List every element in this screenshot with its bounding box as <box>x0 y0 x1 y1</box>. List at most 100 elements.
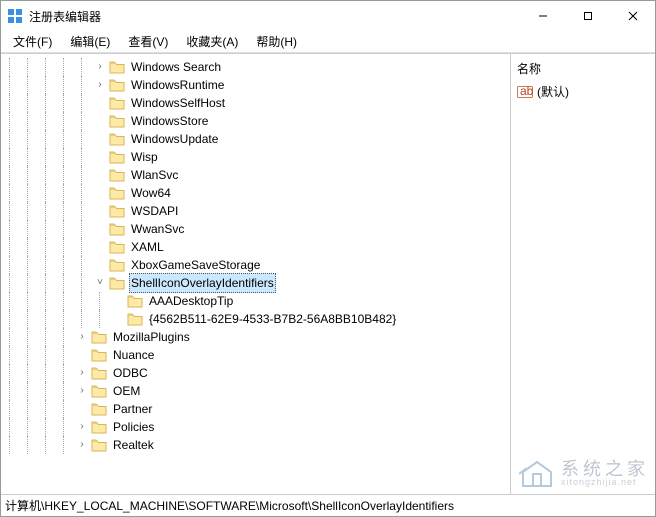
regedit-icon <box>7 8 23 24</box>
menu-bar: 文件(F) 编辑(E) 查看(V) 收藏夹(A) 帮助(H) <box>1 31 655 53</box>
window-controls <box>520 1 655 31</box>
close-button[interactable] <box>610 1 655 31</box>
string-value-icon: ab <box>517 84 533 100</box>
folder-icon <box>109 150 125 164</box>
chevron-right-icon[interactable]: › <box>93 58 107 76</box>
status-bar: 计算机\HKEY_LOCAL_MACHINE\SOFTWARE\Microsof… <box>1 494 655 516</box>
folder-icon <box>91 402 107 416</box>
tree-row[interactable]: ›WlanSvc <box>3 166 510 184</box>
folder-icon <box>109 114 125 128</box>
tree-item-label[interactable]: {4562B511-62E9-4533-B7B2-56A8BB10B482} <box>147 310 398 328</box>
folder-icon <box>109 258 125 272</box>
tree-item-label[interactable]: WindowsRuntime <box>129 76 226 94</box>
folder-icon <box>109 276 125 290</box>
tree-item-label[interactable]: XAML <box>129 238 166 256</box>
tree-row[interactable]: ›XAML <box>3 238 510 256</box>
chevron-right-icon[interactable]: › <box>75 418 89 436</box>
tree-item-label[interactable]: XboxGameSaveStorage <box>129 256 262 274</box>
tree-row[interactable]: ›{4562B511-62E9-4533-B7B2-56A8BB10B482} <box>3 310 510 328</box>
content-area: ›Windows Search›WindowsRuntime›WindowsSe… <box>1 53 655 494</box>
folder-icon <box>91 420 107 434</box>
menu-view[interactable]: 查看(V) <box>120 31 176 52</box>
folder-icon <box>109 96 125 110</box>
tree-row[interactable]: ›WindowsStore <box>3 112 510 130</box>
tree-item-label[interactable]: Realtek <box>111 436 156 454</box>
tree-item-label[interactable]: Nuance <box>111 346 156 364</box>
folder-icon <box>109 240 125 254</box>
status-path: 计算机\HKEY_LOCAL_MACHINE\SOFTWARE\Microsof… <box>5 497 454 514</box>
tree-item-label[interactable]: WlanSvc <box>129 166 180 184</box>
tree-item-label[interactable]: MozillaPlugins <box>111 328 192 346</box>
folder-icon <box>109 222 125 236</box>
tree-row[interactable]: ›Wow64 <box>3 184 510 202</box>
menu-help[interactable]: 帮助(H) <box>248 31 305 52</box>
tree-item-label[interactable]: Wisp <box>129 148 160 166</box>
folder-icon <box>91 366 107 380</box>
tree-item-label[interactable]: WSDAPI <box>129 202 180 220</box>
title-bar: 注册表编辑器 <box>1 1 655 31</box>
tree-item-label[interactable]: WindowsSelfHost <box>129 94 227 112</box>
minimize-button[interactable] <box>520 1 565 31</box>
folder-icon <box>91 348 107 362</box>
tree-row[interactable]: ˅ ShellIconOverlayIdentifiers <box>3 274 510 292</box>
tree-row[interactable]: › MozillaPlugins <box>3 328 510 346</box>
maximize-icon <box>583 11 593 21</box>
folder-icon <box>109 60 125 74</box>
folder-icon <box>109 132 125 146</box>
folder-icon <box>109 204 125 218</box>
tree-item-label[interactable]: ODBC <box>111 364 150 382</box>
column-header-name[interactable]: 名称 <box>517 58 649 83</box>
folder-icon <box>127 294 143 308</box>
maximize-button[interactable] <box>565 1 610 31</box>
folder-icon <box>127 312 143 326</box>
tree-row[interactable]: › ODBC <box>3 364 510 382</box>
tree-row[interactable]: ›AAADesktopTip <box>3 292 510 310</box>
minimize-icon <box>538 11 548 21</box>
tree-item-label[interactable]: WwanSvc <box>129 220 186 238</box>
tree-row[interactable]: › Realtek <box>3 436 510 454</box>
value-name: (默认) <box>537 83 569 100</box>
menu-favorites[interactable]: 收藏夹(A) <box>178 31 246 52</box>
chevron-right-icon[interactable]: › <box>75 382 89 400</box>
tree-item-label[interactable]: WindowsStore <box>129 112 210 130</box>
close-icon <box>628 11 638 21</box>
tree-pane[interactable]: ›Windows Search›WindowsRuntime›WindowsSe… <box>1 54 511 494</box>
tree-row[interactable]: ›Partner <box>3 400 510 418</box>
values-pane[interactable]: 名称 ab (默认) <box>511 54 655 494</box>
tree-item-label[interactable]: OEM <box>111 382 142 400</box>
tree-item-label[interactable]: Wow64 <box>129 184 173 202</box>
tree-row[interactable]: › WindowsRuntime <box>3 76 510 94</box>
value-row[interactable]: ab (默认) <box>517 83 649 100</box>
chevron-right-icon[interactable]: › <box>75 328 89 346</box>
tree-row[interactable]: ›WwanSvc <box>3 220 510 238</box>
tree-row[interactable]: › Windows Search <box>3 58 510 76</box>
tree-item-label[interactable]: Partner <box>111 400 154 418</box>
tree-row[interactable]: ›Wisp <box>3 148 510 166</box>
tree-row[interactable]: ›WSDAPI <box>3 202 510 220</box>
tree-row[interactable]: ›Nuance <box>3 346 510 364</box>
tree-item-label[interactable]: Policies <box>111 418 156 436</box>
folder-icon <box>109 186 125 200</box>
tree-item-label[interactable]: Windows Search <box>129 58 223 76</box>
tree-item-label[interactable]: ShellIconOverlayIdentifiers <box>129 273 276 293</box>
registry-tree: ›Windows Search›WindowsRuntime›WindowsSe… <box>1 54 510 458</box>
chevron-right-icon[interactable]: › <box>93 76 107 94</box>
tree-row[interactable]: ›WindowsUpdate <box>3 130 510 148</box>
svg-text:ab: ab <box>520 84 533 98</box>
chevron-right-icon[interactable]: › <box>75 436 89 454</box>
tree-row[interactable]: ›WindowsSelfHost <box>3 94 510 112</box>
folder-icon <box>109 78 125 92</box>
tree-row[interactable]: › Policies <box>3 418 510 436</box>
tree-item-label[interactable]: WindowsUpdate <box>129 130 220 148</box>
menu-file[interactable]: 文件(F) <box>5 31 60 52</box>
chevron-down-icon[interactable]: ˅ <box>93 274 107 292</box>
folder-icon <box>91 330 107 344</box>
tree-row[interactable]: › OEM <box>3 382 510 400</box>
tree-row[interactable]: ›XboxGameSaveStorage <box>3 256 510 274</box>
tree-item-label[interactable]: AAADesktopTip <box>147 292 235 310</box>
folder-icon <box>91 438 107 452</box>
window-title: 注册表编辑器 <box>29 8 520 25</box>
chevron-right-icon[interactable]: › <box>75 364 89 382</box>
menu-edit[interactable]: 编辑(E) <box>62 31 118 52</box>
folder-icon <box>109 168 125 182</box>
